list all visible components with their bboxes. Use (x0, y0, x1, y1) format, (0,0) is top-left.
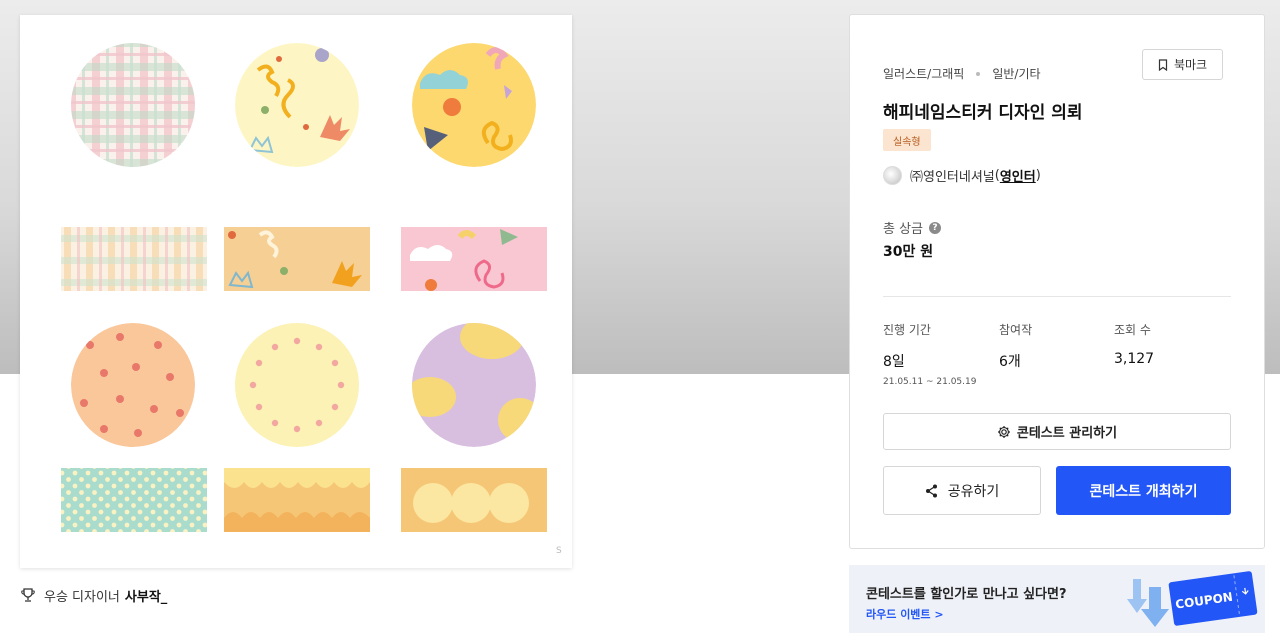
breadcrumb-separator (976, 71, 981, 76)
share-label: 공유하기 (947, 483, 1000, 500)
duration-range: 21.05.11 ~ 21.05.19 (883, 377, 976, 387)
winner-label: 우승 디자이너 (44, 589, 120, 605)
bookmark-label: 북마크 (1173, 58, 1208, 72)
bookmark-icon (1158, 58, 1168, 71)
divider (883, 296, 1231, 297)
manage-contest-button[interactable]: 콘테스트 관리하기 (883, 413, 1231, 450)
host-avatar (883, 166, 902, 185)
host-handle[interactable]: 영인터 (1000, 166, 1036, 185)
breadcrumb: 일러스트/그래픽 일반/기타 (883, 65, 1041, 82)
prize-value: 30만 원 (883, 244, 934, 260)
prize-label-text: 총 상금 (883, 222, 924, 237)
manage-contest-label: 콘테스트 관리하기 (1016, 426, 1118, 441)
coupon-promo-banner[interactable]: 콘테스트를 할인가로 만나고 싶다면? 라우드 이벤트 > COUPON (849, 565, 1265, 633)
winner-name[interactable]: 사부작_ (125, 586, 167, 605)
share-icon (925, 484, 937, 497)
duration-value: 8일 (883, 354, 905, 370)
views-label: 조회 수 (1114, 323, 1151, 337)
promo-headline: 콘테스트를 할인가로 만나고 싶다면? (866, 587, 1067, 602)
open-contest-button[interactable]: 콘테스트 개최하기 (1056, 466, 1231, 515)
share-button[interactable]: 공유하기 (883, 466, 1041, 515)
bookmark-button[interactable]: 북마크 (1142, 49, 1223, 80)
stat-entries: 참여작 6개 (999, 321, 1032, 371)
contest-type-badge: 실속형 (883, 129, 931, 151)
prize-label: 총 상금 ? (883, 218, 942, 237)
host-handle-close: ) (1035, 168, 1041, 183)
duration-separator: ~ (925, 377, 934, 387)
breadcrumb-subcategory[interactable]: 일반/기타 (992, 65, 1040, 82)
contest-title: 해피네임스티커 디자인 의뢰 (883, 103, 1083, 123)
duration-start: 21.05.11 (883, 377, 924, 387)
entries-label: 참여작 (999, 323, 1033, 337)
entries-value: 6개 (999, 354, 1021, 370)
winner-info: 우승 디자이너 사부작_ (20, 584, 167, 606)
views-value: 3,127 (1114, 351, 1155, 367)
trophy-icon (21, 588, 35, 602)
help-icon[interactable]: ? (929, 221, 942, 234)
contest-info-panel: 일러스트/그래픽 일반/기타 북마크 해피네임스티커 디자인 의뢰 실속형 ㈜영… (849, 14, 1265, 549)
stat-duration: 진행 기간 8일 21.05.11 ~ 21.05.19 (883, 321, 976, 387)
sticker-sheet-image: S (61, 43, 562, 556)
breadcrumb-category[interactable]: 일러스트/그래픽 (883, 65, 964, 82)
coupon-illustration: COUPON (1127, 571, 1258, 627)
gear-icon (997, 425, 1010, 438)
svg-text:S: S (556, 546, 562, 556)
stat-views: 조회 수 3,127 (1114, 321, 1154, 367)
promo-event-link[interactable]: 라우드 이벤트 > (866, 606, 944, 622)
duration-label: 진행 기간 (883, 323, 931, 337)
winning-artwork[interactable]: S (20, 15, 572, 568)
duration-end: 21.05.19 (936, 377, 977, 387)
host-info: ㈜영인터네셔널 (영인터) (883, 166, 1041, 185)
host-name: ㈜영인터네셔널 (910, 170, 995, 185)
